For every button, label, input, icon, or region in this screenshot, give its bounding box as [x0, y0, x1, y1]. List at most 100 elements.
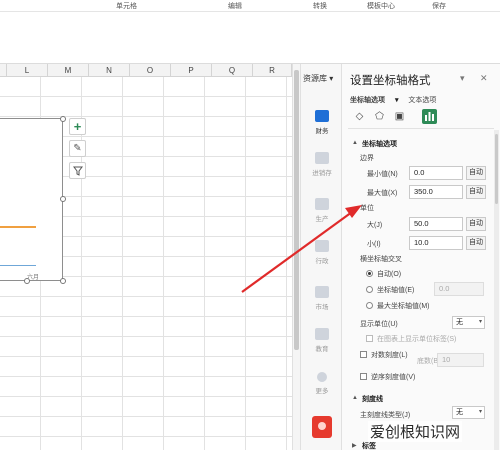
tab-label: 坐标轴选项 [350, 97, 385, 104]
more-icon [317, 372, 327, 382]
log-scale-label: 对数刻度(L) [371, 352, 408, 359]
minor-unit-input[interactable]: 10.0 [409, 236, 463, 250]
bar-chart-icon[interactable] [422, 109, 437, 124]
major-tick-type-select[interactable]: 无 ▾ [452, 406, 485, 419]
resource-item-more[interactable]: 更多 [301, 372, 343, 395]
ribbon-group-convert[interactable]: 转换 [313, 1, 327, 11]
reverse-order-label: 逆序刻度值(V) [371, 374, 416, 381]
max-value-input[interactable]: 350.0 [409, 185, 463, 199]
ribbon-group-template-center[interactable]: 模板中心 [367, 1, 395, 11]
panel-divider [348, 128, 494, 129]
log-scale-checkbox[interactable] [360, 351, 367, 358]
section-axis-options[interactable]: 坐标轴选项 [362, 139, 397, 149]
fill-bucket-icon[interactable]: ◇ [352, 109, 367, 124]
chart-resize-handle-top-right[interactable] [60, 116, 66, 122]
column-header-row: L M N O P Q R [0, 64, 292, 77]
show-units-checkbox[interactable] [366, 335, 373, 342]
tab-axis-options[interactable]: 坐标轴选项 ▾ [350, 97, 398, 104]
resource-item-label: 教育 [315, 346, 329, 353]
cross-auto-radio[interactable] [366, 270, 373, 277]
resource-item-marketing[interactable]: 市场 [301, 286, 343, 311]
scrollbar-thumb[interactable] [495, 134, 498, 204]
section-tick-marks[interactable]: 刻度线 [362, 394, 383, 404]
filter-icon [72, 166, 83, 176]
panel-title: 设置坐标轴格式 [350, 75, 431, 87]
ribbon-group-save[interactable]: 保存 [432, 1, 446, 11]
resource-item-production[interactable]: 生产 [301, 198, 343, 223]
chart-resize-handle-bottom-right[interactable] [60, 278, 66, 284]
minor-auto-button[interactable]: 自动 [466, 236, 486, 250]
chart-series-line-2 [0, 265, 36, 266]
column-header-o[interactable]: O [130, 64, 171, 77]
chart-object[interactable]: 六月 [0, 118, 63, 281]
reverse-order-checkbox[interactable] [360, 373, 367, 380]
units-label: 单位 [360, 205, 374, 212]
cross-max-radio[interactable] [366, 302, 373, 309]
cross-value-input[interactable]: 0.0 [434, 282, 484, 296]
panel-scrollbar[interactable] [494, 130, 499, 450]
section-labels[interactable]: 标签 [362, 441, 376, 450]
resource-sidebar: 资源库 ▾ 财务 进销存 生产 行政 市场 教育 更多 [300, 64, 342, 450]
cross-label: 横坐标轴交叉 [360, 256, 402, 263]
column-header-n[interactable]: N [89, 64, 130, 77]
ribbon-group-edit[interactable]: 编辑 [228, 1, 242, 11]
ribbon-group-cells[interactable]: 单元格 [116, 1, 137, 11]
max-label: 最大值(X) [367, 190, 398, 197]
column-header-p[interactable]: P [171, 64, 212, 77]
resource-item-inventory[interactable]: 进销存 [301, 152, 343, 177]
chart-elements-button[interactable]: + [69, 118, 86, 135]
chart-resize-handle-right[interactable] [60, 196, 66, 202]
min-auto-button[interactable]: 自动 [466, 166, 486, 180]
resource-item-admin[interactable]: 行政 [301, 240, 343, 265]
sheet-vertical-scrollbar[interactable] [292, 64, 300, 450]
size-properties-icon[interactable]: ▣ [392, 109, 407, 124]
wallet-icon [315, 110, 329, 122]
chart-series-line-1 [0, 226, 36, 228]
expand-triangle-icon[interactable]: ▶ [352, 442, 357, 449]
pentagon-icon[interactable]: ⬠ [372, 109, 387, 124]
format-axis-panel: 设置坐标轴格式 ▾ ✕ 坐标轴选项 ▾ 文本选项 ◇ ⬠ ▣ ▲ 坐标轴选项 边… [342, 64, 500, 450]
cross-value-label: 坐标轴值(E) [377, 287, 415, 294]
cross-value-radio[interactable] [366, 286, 373, 293]
min-value-input[interactable]: 0.0 [409, 166, 463, 180]
display-units-value: 无 [456, 319, 463, 326]
resource-library-dropdown[interactable]: 资源库 ▾ [303, 73, 333, 84]
chart-filter-button[interactable] [69, 162, 86, 179]
chart-style-button[interactable]: ✎ [69, 140, 86, 157]
resource-item-label: 市场 [315, 304, 329, 311]
resource-item-label: 更多 [315, 388, 329, 395]
major-auto-button[interactable]: 自动 [466, 217, 486, 231]
tab-text-options[interactable]: 文本选项 [408, 97, 436, 104]
resource-item-education[interactable]: 教育 [301, 328, 343, 353]
major-tick-type-value: 无 [456, 409, 463, 416]
column-header-m[interactable]: M [48, 64, 89, 77]
column-header-k[interactable] [0, 64, 7, 77]
log-base-input[interactable]: 10 [437, 353, 484, 367]
major-unit-input[interactable]: 50.0 [409, 217, 463, 231]
factory-icon [315, 198, 329, 210]
chevron-down-icon: ▾ [329, 74, 334, 83]
display-units-select[interactable]: 无 ▾ [452, 316, 485, 329]
collapse-triangle-icon[interactable]: ▲ [352, 395, 358, 401]
store-icon [315, 152, 329, 164]
scrollbar-thumb[interactable] [294, 70, 299, 350]
resource-item-label: 财务 [315, 128, 329, 135]
close-icon[interactable]: ✕ [480, 73, 488, 84]
major-unit-label: 大(J) [367, 222, 383, 229]
resource-item-finance[interactable]: 财务 [301, 110, 343, 135]
resource-item-label: 进销存 [312, 170, 332, 177]
major-tick-type-label: 主刻度线类型(J) [360, 412, 411, 419]
panel-tabs: 坐标轴选项 ▾ 文本选项 [350, 95, 444, 105]
column-header-l[interactable]: L [7, 64, 48, 77]
min-label: 最小值(N) [367, 171, 398, 178]
column-header-r[interactable]: R [253, 64, 292, 77]
column-header-q[interactable]: Q [212, 64, 253, 77]
gift-icon[interactable] [312, 416, 332, 438]
collapse-triangle-icon[interactable]: ▲ [352, 140, 358, 146]
panel-options-icon[interactable]: ▾ [460, 73, 465, 84]
minor-unit-label: 小(I) [367, 241, 381, 248]
ribbon-group-labels: 单元格 编辑 转换 模板中心 保存 [0, 0, 500, 12]
chart-resize-handle-bottom[interactable] [24, 278, 30, 284]
max-auto-button[interactable]: 自动 [466, 185, 486, 199]
chevron-down-icon: ▾ [478, 319, 482, 325]
